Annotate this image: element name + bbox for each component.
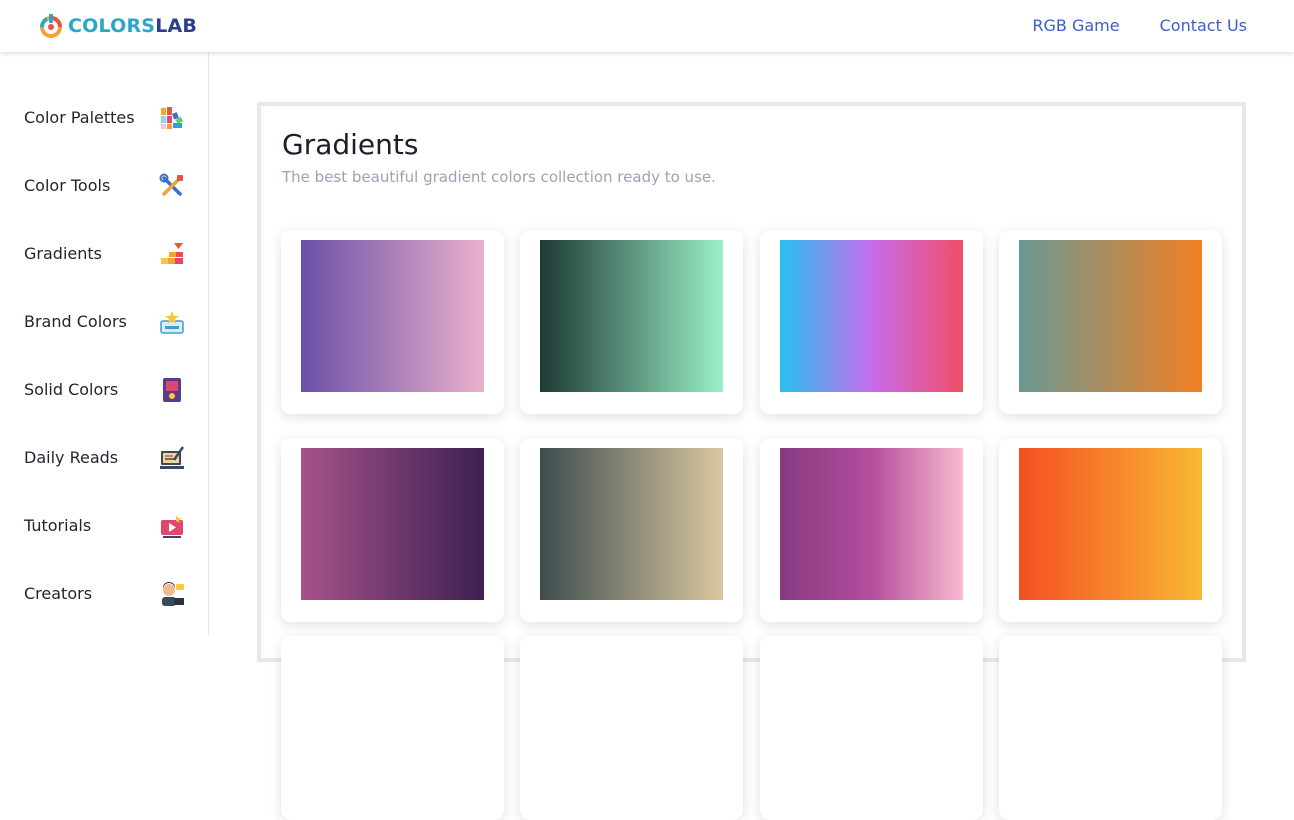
gradients-icon (161, 243, 183, 264)
gradient-card[interactable] (520, 636, 743, 820)
sidebar-item-label: Color Tools (24, 175, 111, 195)
sidebar-item-color-palettes[interactable]: Color Palettes (0, 95, 209, 139)
colorslab-logo-icon (40, 14, 62, 38)
sidebar-item-creators[interactable]: Creators (0, 571, 209, 615)
gradient-swatch[interactable] (301, 448, 484, 600)
sidebar-item-label: Color Palettes (24, 107, 135, 127)
gradient-swatch[interactable] (301, 240, 484, 392)
gradient-card[interactable] (760, 636, 983, 820)
sidebar-item-color-tools[interactable]: Color Tools (0, 163, 209, 207)
gradient-card[interactable] (281, 438, 504, 622)
tutorials-icon (161, 515, 183, 538)
brand-colors-icon (160, 311, 184, 334)
brand-name: COLORSLAB (68, 15, 198, 37)
brand-logo[interactable]: COLORSLAB (38, 13, 197, 39)
gradient-swatch[interactable] (1019, 240, 1202, 392)
sidebar-item-label: Tutorials (24, 515, 92, 535)
daily-reads-icon (160, 446, 185, 469)
sidebar-item-daily-reads[interactable]: Daily Reads (0, 435, 209, 479)
color-tools-icon (159, 173, 183, 196)
color-palettes-icon (161, 107, 184, 129)
nav-rgb-game-link[interactable]: RGB Game (1032, 16, 1119, 35)
gradient-swatch[interactable] (780, 448, 963, 600)
sidebar: Color Palettes Color Tools Gradients Bra… (0, 52, 209, 636)
gradient-swatch[interactable] (540, 448, 723, 600)
sidebar-item-label: Daily Reads (24, 447, 119, 467)
gradient-card[interactable] (281, 230, 504, 414)
sidebar-item-gradients[interactable]: Gradients (0, 231, 209, 275)
sidebar-item-label: Gradients (24, 243, 102, 263)
sidebar-item-label: Brand Colors (24, 311, 127, 331)
top-nav-links: RGB Game Contact Us (1032, 16, 1247, 35)
creators-icon (162, 582, 184, 606)
gradient-card[interactable] (999, 438, 1222, 622)
solid-colors-icon (163, 378, 181, 402)
sidebar-item-label: Solid Colors (24, 379, 119, 399)
sidebar-item-label: Creators (24, 583, 93, 603)
sidebar-item-tutorials[interactable]: Tutorials (0, 503, 209, 547)
gradient-swatch[interactable] (780, 240, 963, 392)
gradient-card[interactable] (281, 636, 504, 820)
page-subtitle: The best beautiful gradient colors colle… (282, 168, 716, 186)
top-navbar: COLORSLAB RGB Game Contact Us (0, 0, 1294, 52)
gradient-swatch[interactable] (540, 240, 723, 392)
gradients-panel: Gradients The best beautiful gradient co… (257, 102, 1246, 820)
sidebar-item-solid-colors[interactable]: Solid Colors (0, 367, 209, 411)
gradient-card[interactable] (520, 438, 743, 622)
gradient-card[interactable] (999, 230, 1222, 414)
sidebar-item-brand-colors[interactable]: Brand Colors (0, 299, 209, 343)
gradient-card[interactable] (999, 636, 1222, 820)
nav-contact-us-link[interactable]: Contact Us (1160, 16, 1247, 35)
gradient-card[interactable] (760, 230, 983, 414)
page-title: Gradients (282, 128, 419, 161)
gradient-card[interactable] (520, 230, 743, 414)
gradient-card[interactable] (760, 438, 983, 622)
gradient-swatch[interactable] (1019, 448, 1202, 600)
